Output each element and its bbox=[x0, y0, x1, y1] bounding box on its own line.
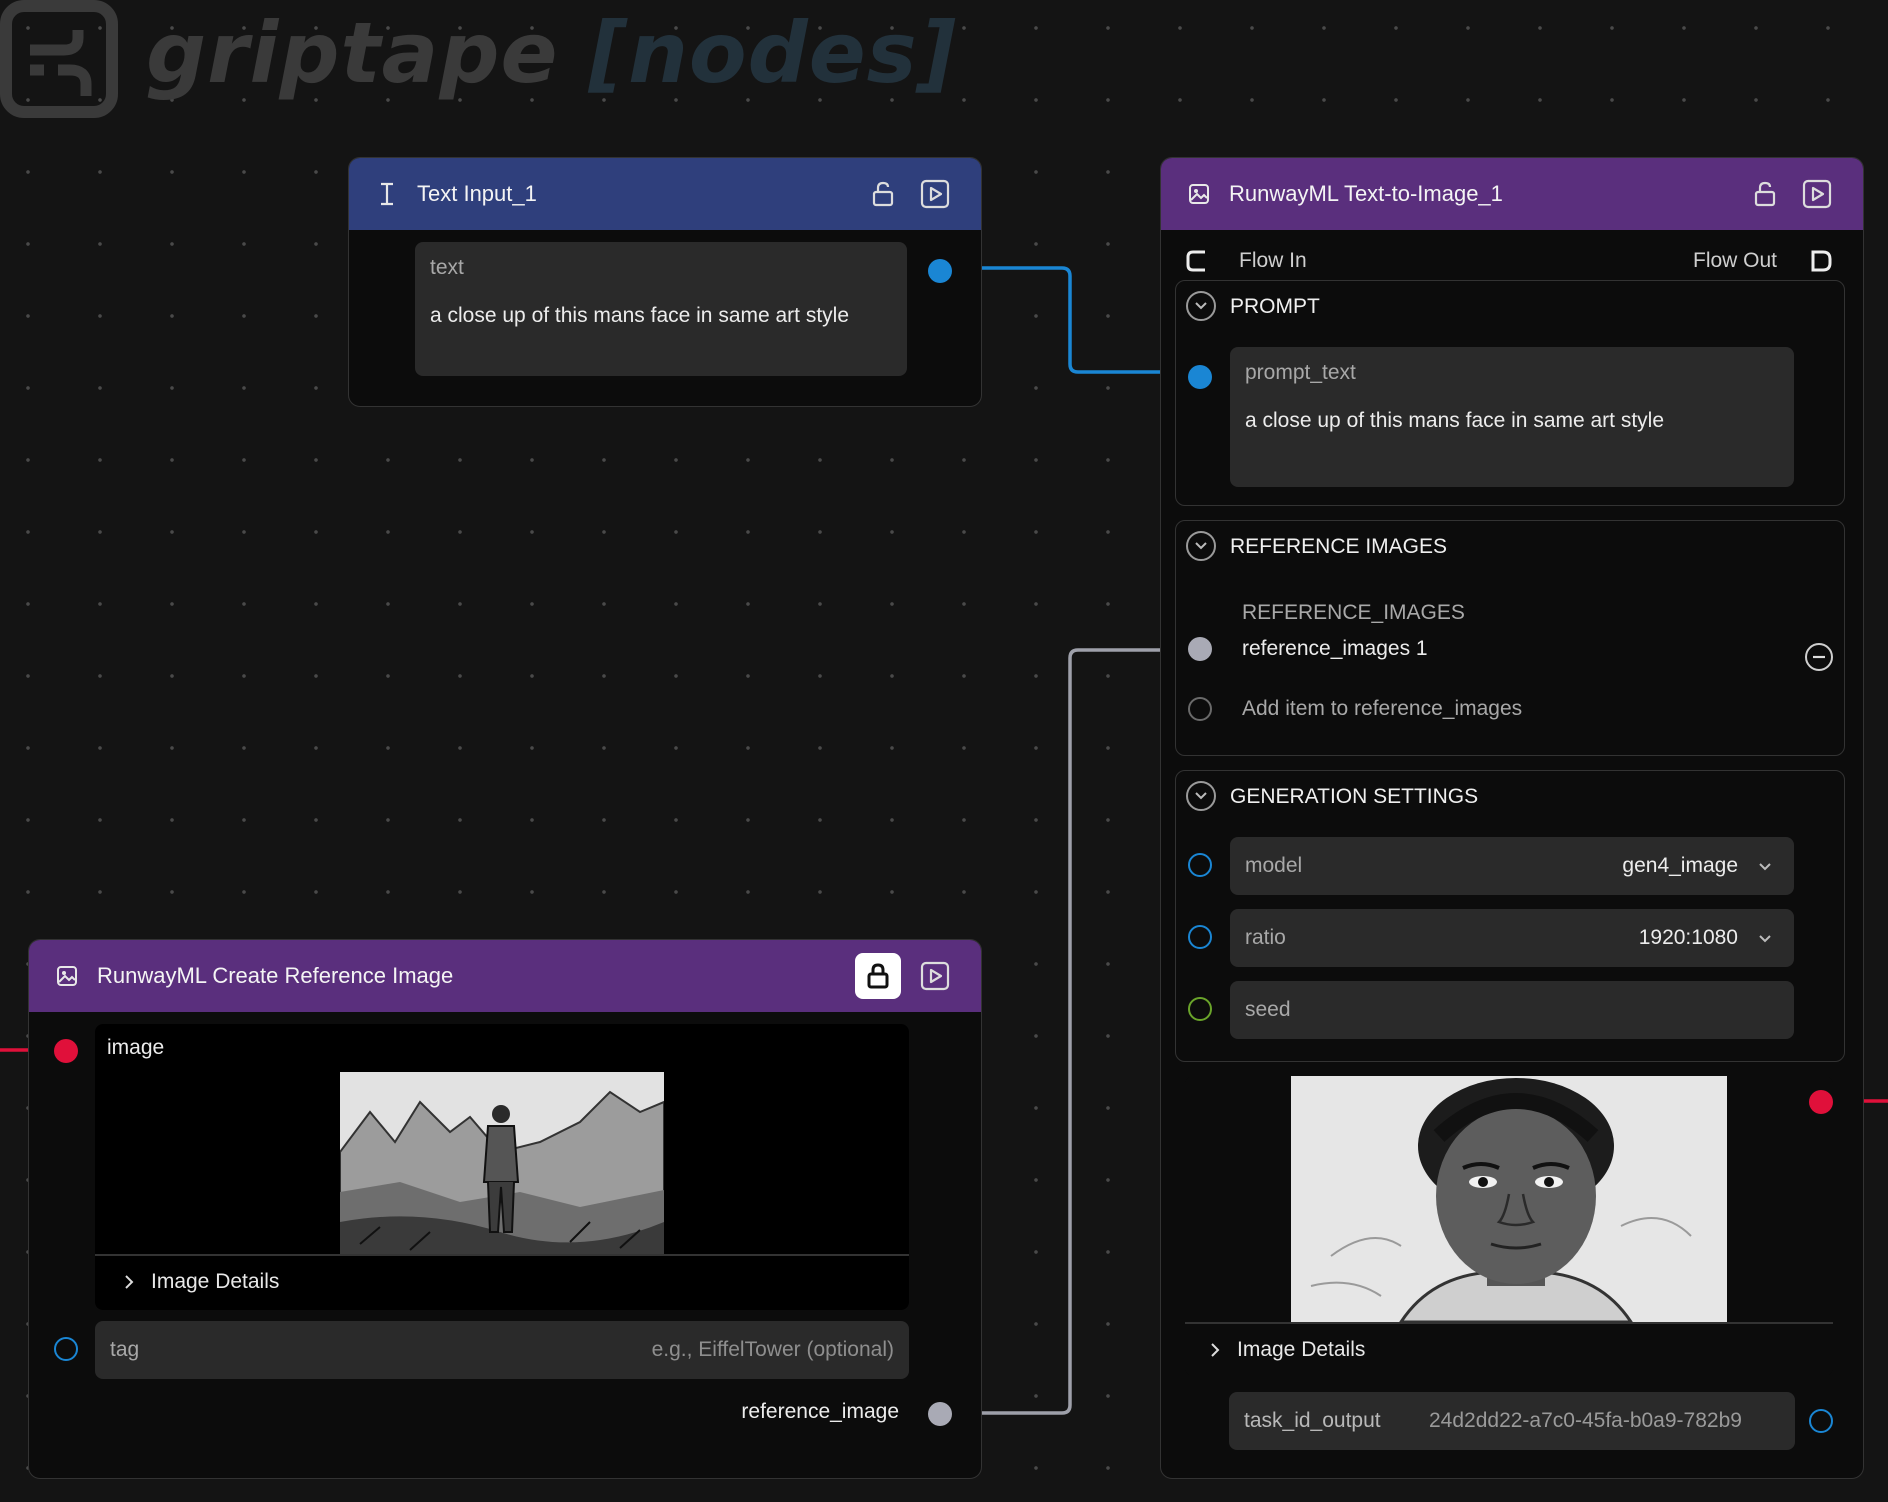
reference-image-output-label: reference_image bbox=[741, 1400, 899, 1423]
flow-in-port-icon[interactable] bbox=[1185, 249, 1209, 278]
chevron-down-icon bbox=[1758, 859, 1772, 877]
text-output-port[interactable] bbox=[928, 259, 952, 283]
griptape-logo-text: griptape [nodes] bbox=[146, 4, 958, 102]
model-dropdown[interactable]: model gen4_image bbox=[1230, 837, 1794, 895]
add-item-port[interactable] bbox=[1188, 697, 1212, 721]
tag-placeholder: e.g., EiffelTower (optional) bbox=[651, 1338, 894, 1361]
text-field[interactable]: text a close up of this mans face in sam… bbox=[415, 242, 907, 376]
prompt-section: PROMPT prompt_text a close up of this ma… bbox=[1175, 280, 1845, 506]
input-image-panel: image Image Details bbox=[95, 1024, 909, 1310]
text-input-node-header[interactable]: Text Input_1 bbox=[349, 158, 981, 230]
model-value: gen4_image bbox=[1622, 854, 1738, 877]
chevron-down-icon[interactable] bbox=[1186, 781, 1216, 811]
chevron-down-icon[interactable] bbox=[1186, 291, 1216, 321]
run-node-icon[interactable] bbox=[917, 958, 953, 994]
flow-out-label: Flow Out bbox=[1693, 249, 1778, 272]
ref-node-title: RunwayML Create Reference Image bbox=[97, 963, 454, 988]
task-id-value[interactable]: 24d2dd22-a7c0-45fa-b0a9-782b9 bbox=[1429, 1409, 1742, 1433]
tag-field[interactable]: tag e.g., EiffelTower (optional) bbox=[95, 1321, 909, 1379]
chevron-right-icon bbox=[1211, 1343, 1220, 1357]
griptape-logo-mark-icon bbox=[0, 0, 118, 118]
tag-label: tag bbox=[110, 1338, 140, 1361]
seed-field[interactable]: seed bbox=[1230, 981, 1794, 1039]
model-label: model bbox=[1245, 854, 1303, 877]
image-details-label: Image Details bbox=[1237, 1338, 1366, 1361]
text-field-label: text bbox=[430, 256, 464, 279]
ratio-input-port[interactable] bbox=[1188, 925, 1212, 949]
generated-portrait-image[interactable] bbox=[1291, 1076, 1727, 1322]
lock-open-icon[interactable] bbox=[865, 176, 901, 212]
ratio-value: 1920:1080 bbox=[1638, 926, 1738, 949]
task-id-output-port[interactable] bbox=[1809, 1409, 1833, 1433]
generation-settings-title: GENERATION SETTINGS bbox=[1230, 785, 1479, 808]
wire-text-to-prompt bbox=[982, 266, 1162, 374]
prompt-text-label: prompt_text bbox=[1245, 361, 1356, 384]
reference-images-item: reference_images 1 bbox=[1242, 637, 1428, 660]
runway-text-to-image-node[interactable]: RunwayML Text-to-Image_1 Flow In Flow Ou… bbox=[1160, 157, 1864, 1479]
image-input-port[interactable] bbox=[54, 1039, 78, 1063]
reference-images-1-input-port[interactable] bbox=[1188, 637, 1212, 661]
remove-item-icon[interactable] bbox=[1805, 643, 1833, 671]
runway-create-reference-node[interactable]: RunwayML Create Reference Image image Im… bbox=[28, 939, 982, 1479]
prompt-text-value[interactable]: a close up of this mans face in same art… bbox=[1245, 409, 1664, 433]
ratio-dropdown[interactable]: ratio 1920:1080 bbox=[1230, 909, 1794, 967]
text-cursor-icon bbox=[373, 180, 401, 208]
image-details-toggle[interactable]: Image Details bbox=[123, 1270, 279, 1294]
seed-input-port[interactable] bbox=[1188, 997, 1212, 1021]
lock-open-icon[interactable] bbox=[1747, 176, 1783, 212]
reference-images-list-label: REFERENCE_IMAGES bbox=[1242, 601, 1465, 624]
image-details-toggle[interactable]: Image Details bbox=[1209, 1338, 1365, 1362]
ref-node-header[interactable]: RunwayML Create Reference Image bbox=[29, 940, 981, 1012]
run-node-icon[interactable] bbox=[917, 176, 953, 212]
lock-closed-icon[interactable] bbox=[855, 953, 901, 999]
ratio-label: ratio bbox=[1245, 926, 1286, 949]
reference-image-output-port[interactable] bbox=[928, 1402, 952, 1426]
flow-out-port-icon[interactable] bbox=[1809, 249, 1833, 278]
chevron-right-icon bbox=[125, 1275, 134, 1289]
run-node-icon[interactable] bbox=[1799, 176, 1835, 212]
task-id-label: task_id_output bbox=[1244, 1409, 1381, 1432]
task-id-output-field[interactable]: task_id_output 24d2dd22-a7c0-45fa-b0a9-7… bbox=[1229, 1392, 1795, 1450]
add-item-button[interactable]: Add item to reference_images bbox=[1242, 697, 1522, 721]
output-image-panel: Image Details bbox=[1185, 1076, 1833, 1376]
wire-reference-to-list bbox=[982, 648, 1162, 1415]
reference-landscape-image[interactable] bbox=[340, 1072, 664, 1254]
text-input-node-title: Text Input_1 bbox=[417, 181, 537, 206]
image-icon bbox=[53, 962, 81, 990]
reference-images-title: REFERENCE IMAGES bbox=[1230, 535, 1448, 558]
text-input-node[interactable]: Text Input_1 text a close up of this man… bbox=[348, 157, 982, 407]
t2i-node-header[interactable]: RunwayML Text-to-Image_1 bbox=[1161, 158, 1863, 230]
model-input-port[interactable] bbox=[1188, 853, 1212, 877]
t2i-node-title: RunwayML Text-to-Image_1 bbox=[1229, 181, 1503, 206]
prompt-text-field[interactable]: prompt_text a close up of this mans face… bbox=[1230, 347, 1794, 487]
flow-in-label: Flow In bbox=[1239, 249, 1307, 272]
reference-images-section: REFERENCE IMAGES REFERENCE_IMAGES refere… bbox=[1175, 520, 1845, 756]
generation-settings-section: GENERATION SETTINGS model gen4_image rat… bbox=[1175, 770, 1845, 1062]
prompt-section-title: PROMPT bbox=[1230, 295, 1320, 318]
image-icon bbox=[1185, 180, 1213, 208]
tag-input-port[interactable] bbox=[54, 1337, 78, 1361]
text-field-value[interactable]: a close up of this mans face in same art… bbox=[430, 304, 849, 328]
prompt-text-input-port[interactable] bbox=[1188, 365, 1212, 389]
chevron-down-icon bbox=[1758, 931, 1772, 949]
image-output-port[interactable] bbox=[1809, 1090, 1833, 1114]
seed-label: seed bbox=[1245, 998, 1291, 1021]
chevron-down-icon[interactable] bbox=[1186, 531, 1216, 561]
image-details-label: Image Details bbox=[151, 1270, 280, 1293]
image-field-label: image bbox=[107, 1036, 165, 1059]
